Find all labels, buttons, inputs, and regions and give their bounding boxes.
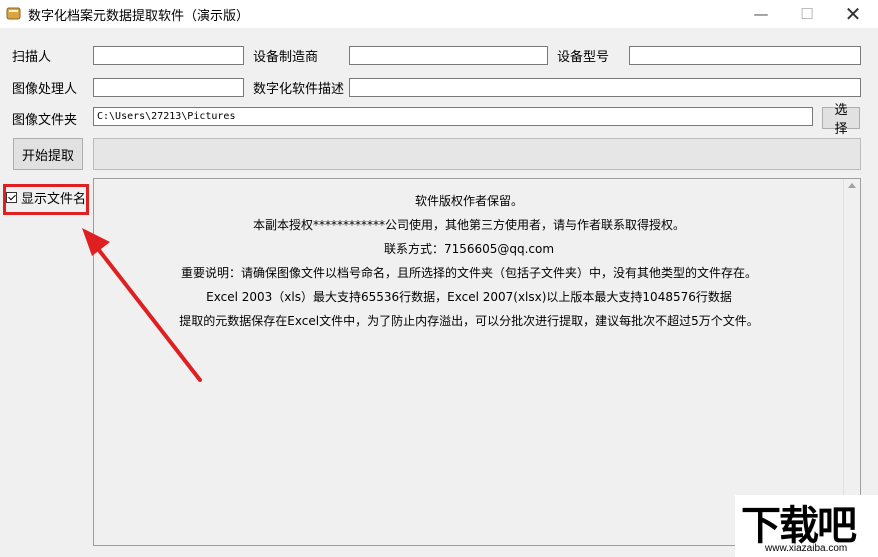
progress-bar [93, 138, 861, 170]
device-maker-label: 设备制造商 [253, 50, 319, 65]
title-bar: 数字化档案元数据提取软件（演示版） — ☐ ✕ [0, 0, 878, 28]
info-line: 联系方式：7156605@qq.com [383, 242, 555, 256]
info-line: 软件版权作者保留。 [414, 194, 523, 208]
scanner-label: 扫描人 [12, 50, 52, 65]
minimize-button[interactable]: — [738, 0, 784, 28]
vertical-scrollbar[interactable] [843, 179, 860, 545]
image-processor-label: 图像处理人 [12, 82, 78, 97]
annotation-highlight-box [3, 184, 89, 215]
image-processor-input[interactable] [93, 78, 244, 97]
watermark-logo: 下载吧 www.xiazaiba.com [735, 495, 878, 557]
software-desc-label: 数字化软件描述 [253, 82, 345, 97]
image-folder-input[interactable] [93, 107, 813, 126]
info-line: 提取的元数据保存在Excel文件中，为了防止内存溢出，可以分批次进行提取，建议每… [179, 314, 759, 328]
software-desc-input[interactable] [349, 78, 861, 97]
image-folder-label: 图像文件夹 [12, 113, 78, 128]
watermark-url: www.xiazaiba.com [765, 543, 848, 554]
window-title: 数字化档案元数据提取软件（演示版） [28, 9, 250, 24]
device-maker-input[interactable] [349, 46, 548, 65]
app-icon [6, 7, 21, 20]
info-line: Excel 2003（xls）最大支持65536行数据，Excel 2007(x… [206, 290, 732, 304]
scanner-input[interactable] [93, 46, 244, 65]
start-extract-button[interactable]: 开始提取 [13, 138, 83, 170]
scroll-up-arrow-icon[interactable] [848, 183, 856, 188]
maximize-button[interactable]: ☐ [784, 0, 830, 28]
device-model-input[interactable] [629, 46, 861, 65]
info-line: 本副本授权************公司使用，其他第三方使用者，请与作者联系取得授… [252, 218, 685, 232]
device-model-label: 设备型号 [557, 50, 610, 65]
select-folder-button[interactable]: 选择 [822, 103, 860, 137]
info-textarea[interactable]: 软件版权作者保留。 本副本授权************公司使用，其他第三方使用者… [93, 178, 861, 546]
close-button[interactable]: ✕ [830, 0, 876, 28]
info-line: 重要说明：请确保图像文件以档号命名，且所选择的文件夹（包括子文件夹）中，没有其他… [180, 266, 757, 280]
